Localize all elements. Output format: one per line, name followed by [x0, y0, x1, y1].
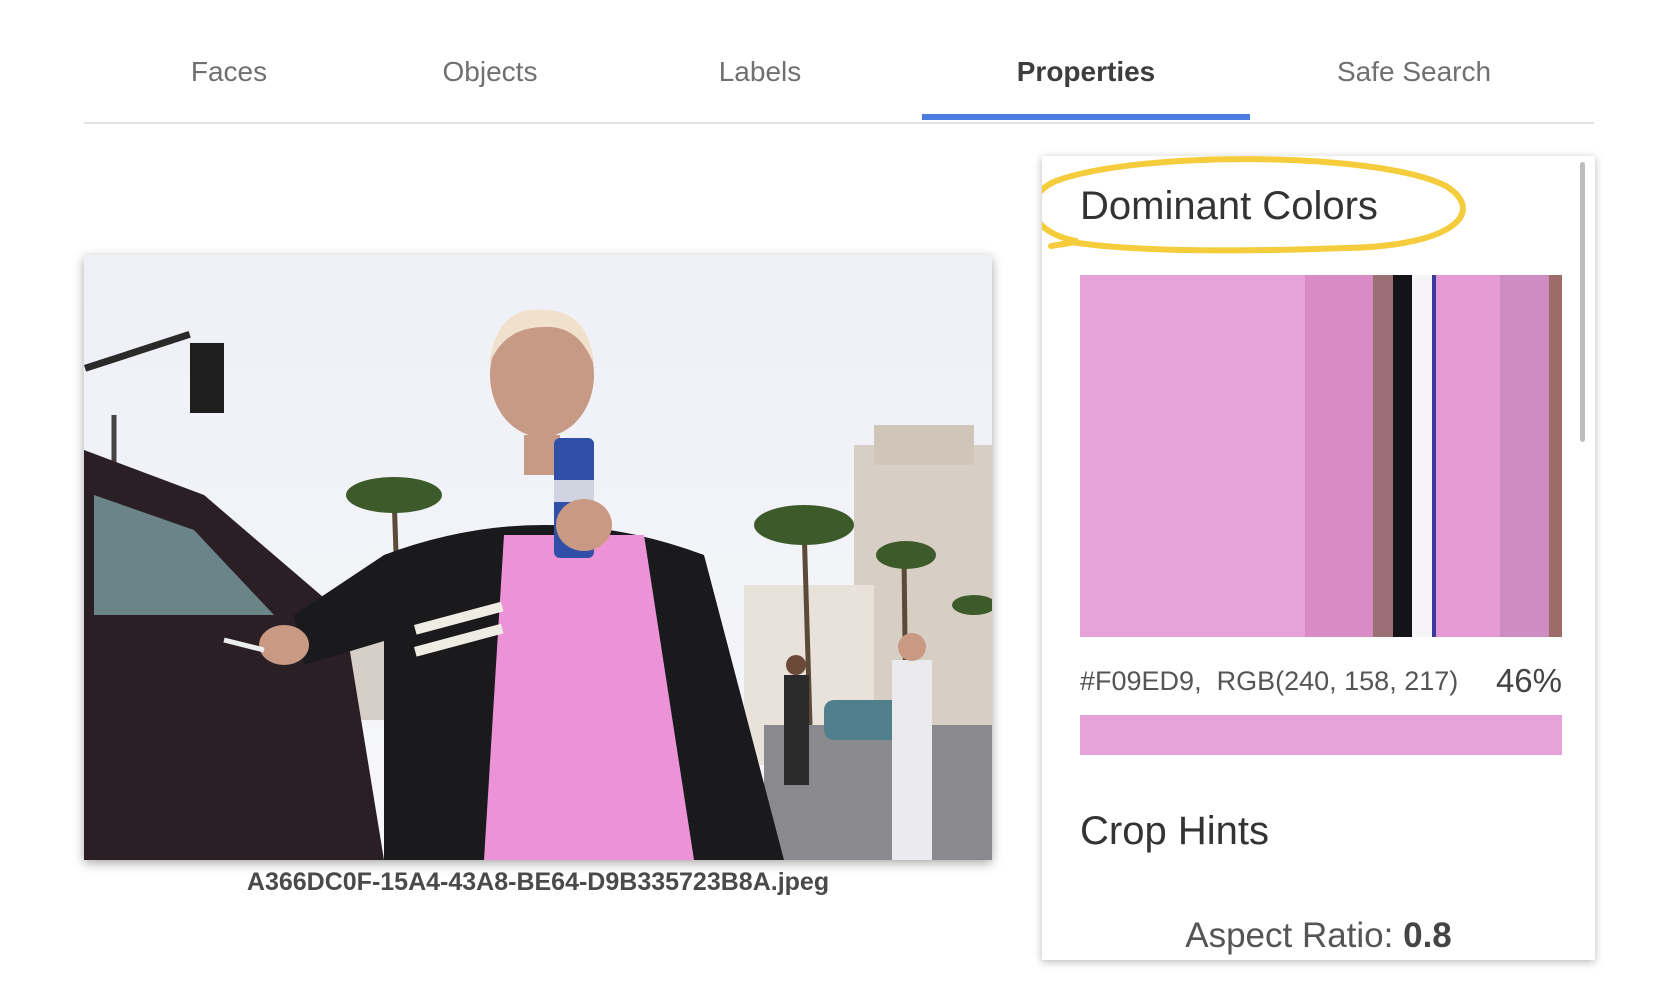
- color-swatch[interactable]: [1436, 275, 1500, 637]
- tab-objects[interactable]: Objects: [415, 52, 565, 92]
- properties-panel: Dominant Colors #F09ED9, RGB(240, 158, 2…: [1042, 156, 1595, 960]
- color-swatch[interactable]: [1080, 275, 1305, 637]
- aspect-ratio: Aspect Ratio: 0.8: [1042, 916, 1595, 956]
- tab-properties[interactable]: Properties: [922, 52, 1250, 92]
- crop-hints-title: Crop Hints: [1080, 809, 1269, 853]
- tab-faces[interactable]: Faces: [154, 52, 304, 92]
- selected-color-info: #F09ED9, RGB(240, 158, 217) 46%: [1080, 663, 1562, 699]
- color-swatch[interactable]: [1373, 275, 1393, 637]
- dominant-colors-bar: [1080, 275, 1562, 637]
- image-filename: A366DC0F-15A4-43A8-BE64-D9B335723B8A.jpe…: [246, 868, 830, 896]
- color-swatch[interactable]: [1499, 275, 1549, 637]
- aspect-ratio-label: Aspect Ratio:: [1185, 916, 1394, 955]
- analyzed-image: [84, 255, 992, 860]
- color-swatch[interactable]: [1304, 275, 1374, 637]
- color-swatch[interactable]: [1548, 275, 1562, 637]
- aspect-ratio-value: 0.8: [1403, 916, 1452, 955]
- tab-labels[interactable]: Labels: [685, 52, 835, 92]
- dominant-colors-title: Dominant Colors: [1080, 184, 1378, 228]
- panel-scrollbar[interactable]: [1580, 162, 1585, 442]
- selected-color-percent: 46%: [1495, 662, 1562, 699]
- selected-color-swatch: [1080, 715, 1562, 755]
- color-swatch[interactable]: [1412, 275, 1432, 637]
- tab-bar: Faces Objects Labels Properties Safe Sea…: [84, 0, 1594, 124]
- selected-color-hex: #F09ED9,: [1080, 666, 1202, 696]
- active-tab-indicator: [922, 114, 1250, 120]
- selected-color-rgb: RGB(240, 158, 217): [1216, 666, 1459, 696]
- color-swatch[interactable]: [1392, 275, 1413, 637]
- tab-safe-search[interactable]: Safe Search: [1284, 52, 1544, 92]
